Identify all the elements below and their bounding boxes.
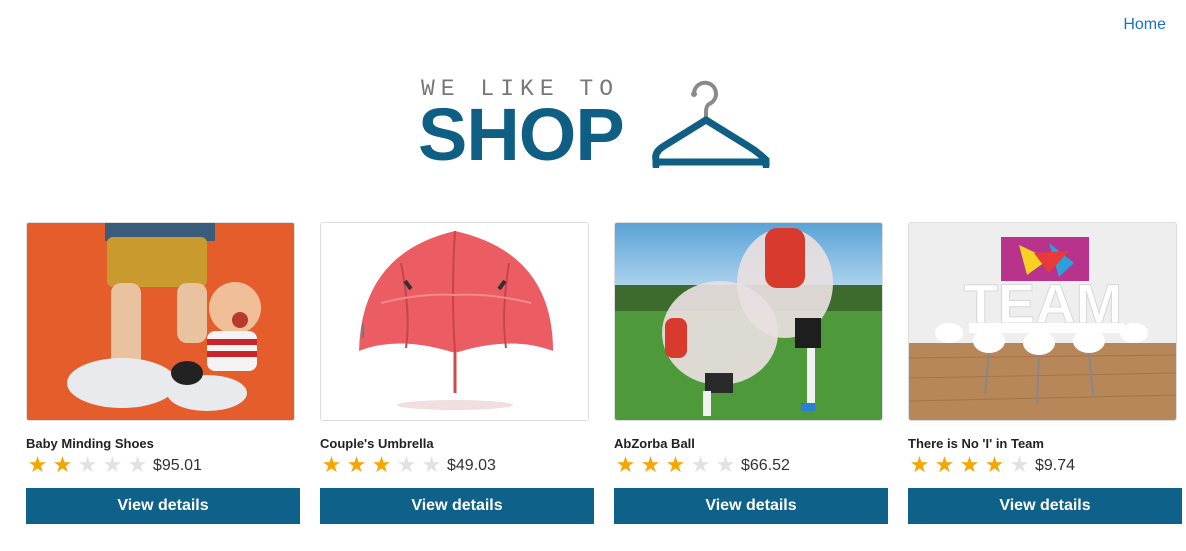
- product-price: $9.74: [1035, 457, 1076, 474]
- product-card: Baby Minding Shoes ★ ★ ★ ★ ★ $95.01 View det…: [26, 222, 300, 524]
- product-grid: Baby Minding Shoes ★ ★ ★ ★ ★ $95.01 View det…: [26, 222, 1182, 524]
- star-filled-icon: ★: [321, 452, 342, 477]
- star-empty-icon: ★: [715, 452, 736, 477]
- view-details-button[interactable]: View details: [614, 488, 888, 524]
- star-empty-icon: ★: [127, 452, 148, 477]
- home-link[interactable]: Home: [1123, 16, 1166, 33]
- star-filled-icon: ★: [615, 452, 636, 477]
- star-filled-icon: ★: [52, 452, 73, 477]
- product-price: $95.01: [153, 457, 202, 474]
- star-empty-icon: ★: [690, 452, 711, 477]
- rating-stars: ★ ★ ★ ★ ★: [908, 454, 1031, 476]
- view-details-button[interactable]: View details: [908, 488, 1182, 524]
- top-nav: Home: [1123, 16, 1166, 34]
- star-filled-icon: ★: [27, 452, 48, 477]
- star-filled-icon: ★: [346, 452, 367, 477]
- product-name[interactable]: AbZorba Ball: [614, 436, 888, 451]
- star-filled-icon: ★: [371, 452, 392, 477]
- star-empty-icon: ★: [102, 452, 123, 477]
- logo-wordmark: SHOP: [418, 93, 625, 176]
- product-image[interactable]: [320, 222, 589, 421]
- product-image[interactable]: [614, 222, 883, 421]
- product-rating: ★ ★ ★ ★ ★ $95.01: [26, 452, 300, 478]
- site-logo[interactable]: WE LIKE TO SHOP: [418, 72, 778, 172]
- product-rating: ★ ★ ★ ★ ★ $66.52: [614, 452, 888, 478]
- product-image[interactable]: [26, 222, 295, 421]
- product-card: Couple's Umbrella ★ ★ ★ ★ ★ $49.03 View deta…: [320, 222, 594, 524]
- product-name[interactable]: Baby Minding Shoes: [26, 436, 300, 451]
- star-empty-icon: ★: [421, 452, 442, 477]
- product-price: $66.52: [741, 457, 790, 474]
- star-filled-icon: ★: [665, 452, 686, 477]
- view-details-button[interactable]: View details: [320, 488, 594, 524]
- product-name[interactable]: There is No 'I' in Team: [908, 436, 1182, 451]
- product-price: $49.03: [447, 457, 496, 474]
- star-filled-icon: ★: [959, 452, 980, 477]
- product-name[interactable]: Couple's Umbrella: [320, 436, 594, 451]
- product-card: TEAM There is No 'I' in Team ★ ★ ★ ★ ★ $9.74…: [908, 222, 1182, 524]
- view-details-button[interactable]: View details: [26, 488, 300, 524]
- rating-stars: ★ ★ ★ ★ ★: [614, 454, 737, 476]
- product-rating: ★ ★ ★ ★ ★ $9.74: [908, 452, 1182, 478]
- rating-stars: ★ ★ ★ ★ ★: [320, 454, 443, 476]
- star-filled-icon: ★: [640, 452, 661, 477]
- star-empty-icon: ★: [77, 452, 98, 477]
- star-filled-icon: ★: [909, 452, 930, 477]
- rating-stars: ★ ★ ★ ★ ★: [26, 454, 149, 476]
- star-filled-icon: ★: [934, 452, 955, 477]
- hanger-icon: [652, 80, 770, 168]
- star-empty-icon: ★: [396, 452, 417, 477]
- product-image[interactable]: TEAM: [908, 222, 1177, 421]
- star-filled-icon: ★: [984, 452, 1005, 477]
- product-card: AbZorba Ball ★ ★ ★ ★ ★ $66.52 View details: [614, 222, 888, 524]
- star-empty-icon: ★: [1009, 452, 1030, 477]
- product-rating: ★ ★ ★ ★ ★ $49.03: [320, 452, 594, 478]
